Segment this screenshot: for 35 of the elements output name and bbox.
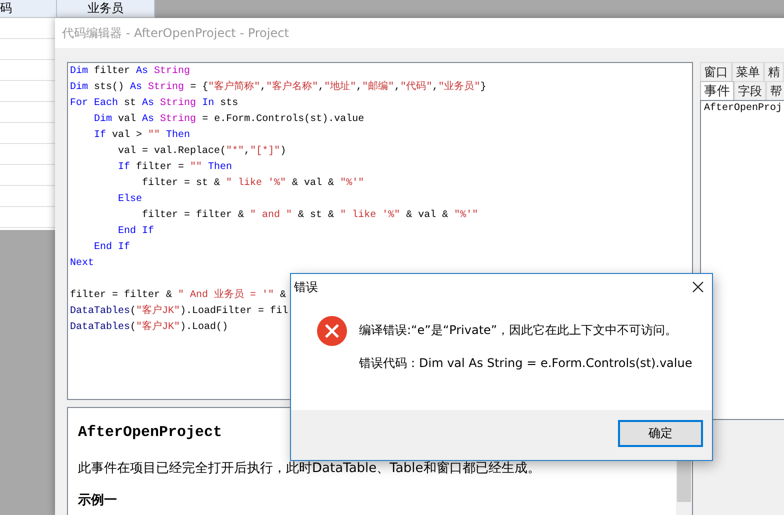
code-line: If filter = "" Then: [117, 160, 232, 175]
code-line: DataTables("客户JK").Load(): [70, 320, 228, 335]
error-message: 编译错误:“e”是“Private”，因此它在此上下文中不可访问。: [359, 322, 678, 339]
code-line: filter = filter & " And 业务员 = '" &: [70, 288, 286, 303]
ok-button[interactable]: 确定: [618, 420, 703, 447]
help-title: AfterOpenProject: [78, 424, 222, 441]
code-line: filter = filter & " and " & st & " like '%" & val & "%'": [141, 208, 478, 223]
code-line: If val > "" Then: [93, 128, 190, 143]
tab[interactable]: 字段: [734, 81, 766, 100]
tab[interactable]: 帮: [766, 81, 784, 100]
code-line: val = val.Replace("*","[*]"): [117, 144, 286, 159]
tab[interactable]: 窗口: [700, 62, 732, 81]
code-line: Dim sts() As String = {"客户简称","客户名称","地址","邮编","代码","业务员"}: [70, 80, 486, 95]
code-line: Else: [117, 192, 142, 207]
column-header: 码: [0, 0, 57, 17]
tab[interactable]: 精: [764, 62, 784, 81]
code-line: End If: [93, 240, 130, 255]
code-line: For Each st As String In sts: [70, 96, 238, 111]
code-line: Dim val As String = e.Form.Controls(st).value: [93, 112, 364, 127]
tab[interactable]: 事件: [700, 81, 734, 100]
help-heading: 示例一: [78, 492, 117, 509]
code-line: DataTables("客户JK").LoadFilter = fil: [70, 304, 288, 319]
help-text: 此事件在项目已经完全打开后执行，此时DataTable、Table和窗口都已经生成。: [78, 460, 540, 477]
error-icon: [317, 316, 347, 346]
tab[interactable]: 菜单: [732, 62, 764, 81]
code-line: Next: [70, 257, 94, 271]
dialog-title: 错误: [294, 278, 318, 296]
close-icon[interactable]: [692, 281, 704, 293]
code-line: filter = st & " like '%" & val & "%'": [141, 176, 364, 191]
error-code: 错误代码：Dim val As String = e.Form.Controls(st).value: [359, 355, 692, 372]
code-line: Dim filter As String: [70, 64, 190, 79]
code-line: End If: [117, 224, 154, 239]
column-header: 业务员: [56, 0, 155, 17]
list-item[interactable]: AfterOpenProj: [704, 103, 784, 114]
window-title: 代码编辑器 - AfterOpenProject - Project: [62, 26, 289, 40]
